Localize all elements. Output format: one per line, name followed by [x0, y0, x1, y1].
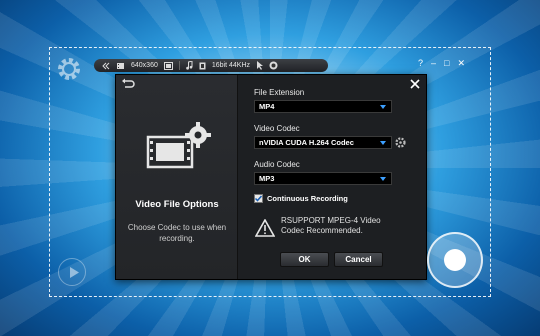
dialog-info-panel: Video File Options Choose Codec to use w…: [116, 75, 238, 279]
continuous-recording-label[interactable]: Continuous Recording: [267, 194, 348, 203]
music-note-icon[interactable]: [186, 61, 193, 70]
file-extension-select[interactable]: MP4: [254, 100, 392, 113]
continuous-recording-checkbox[interactable]: [254, 194, 263, 203]
settings-gear-icon[interactable]: [55, 55, 83, 83]
recording-toolbar: 640x360 16bit 44KHz: [94, 59, 328, 72]
dialog-title: Video File Options: [135, 199, 219, 210]
help-button[interactable]: ?: [418, 58, 423, 69]
collapse-icon[interactable]: [102, 62, 110, 70]
codec-recommendation-text: RSUPPORT MPEG-4 Video Codec Recommended.: [281, 216, 381, 235]
warning-icon: [255, 219, 275, 237]
resolution-label[interactable]: 640x360: [131, 62, 158, 69]
dialog-description: Choose Codec to use when recording.: [127, 223, 227, 243]
video-icon[interactable]: [116, 62, 125, 70]
close-icon[interactable]: [410, 79, 420, 89]
minimize-button[interactable]: –: [431, 58, 436, 69]
chevron-down-icon: [380, 177, 386, 181]
ok-button[interactable]: OK: [280, 252, 329, 267]
back-arrow-icon[interactable]: [121, 78, 135, 90]
audio-codec-select[interactable]: MP3: [254, 172, 392, 185]
video-codec-label: Video Codec: [254, 124, 300, 133]
chevron-down-icon: [380, 141, 386, 145]
record-icon: [444, 249, 466, 271]
close-window-button[interactable]: ✕: [457, 58, 465, 69]
play-icon: [70, 267, 79, 278]
video-file-options-dialog: Video File Options Choose Codec to use w…: [115, 74, 427, 280]
resize-icon[interactable]: [163, 61, 173, 70]
checkmark-icon: [254, 195, 263, 202]
file-extension-value: MP4: [259, 102, 275, 111]
file-extension-label: File Extension: [254, 88, 305, 97]
record-button[interactable]: [427, 232, 483, 288]
chevron-down-icon: [380, 105, 386, 109]
audio-codec-value: MP3: [259, 174, 275, 183]
codec-settings-gear-icon[interactable]: [395, 137, 406, 148]
video-codec-value: nVIDIA CUDA H.264 Codec: [259, 138, 354, 147]
toolbar-divider: [178, 61, 180, 70]
video-settings-icon: [146, 122, 211, 169]
audio-format-label[interactable]: 16bit 44KHz: [212, 62, 250, 69]
play-button[interactable]: [58, 258, 86, 286]
video-codec-select[interactable]: nVIDIA CUDA H.264 Codec: [254, 136, 392, 149]
webcam-icon[interactable]: [269, 61, 278, 70]
audio-chip-icon[interactable]: [199, 62, 206, 70]
cursor-icon[interactable]: [256, 61, 263, 70]
cancel-button[interactable]: Cancel: [334, 252, 383, 267]
audio-codec-label: Audio Codec: [254, 160, 300, 169]
maximize-button[interactable]: □: [444, 58, 449, 69]
window-controls: ? – □ ✕: [418, 58, 465, 69]
